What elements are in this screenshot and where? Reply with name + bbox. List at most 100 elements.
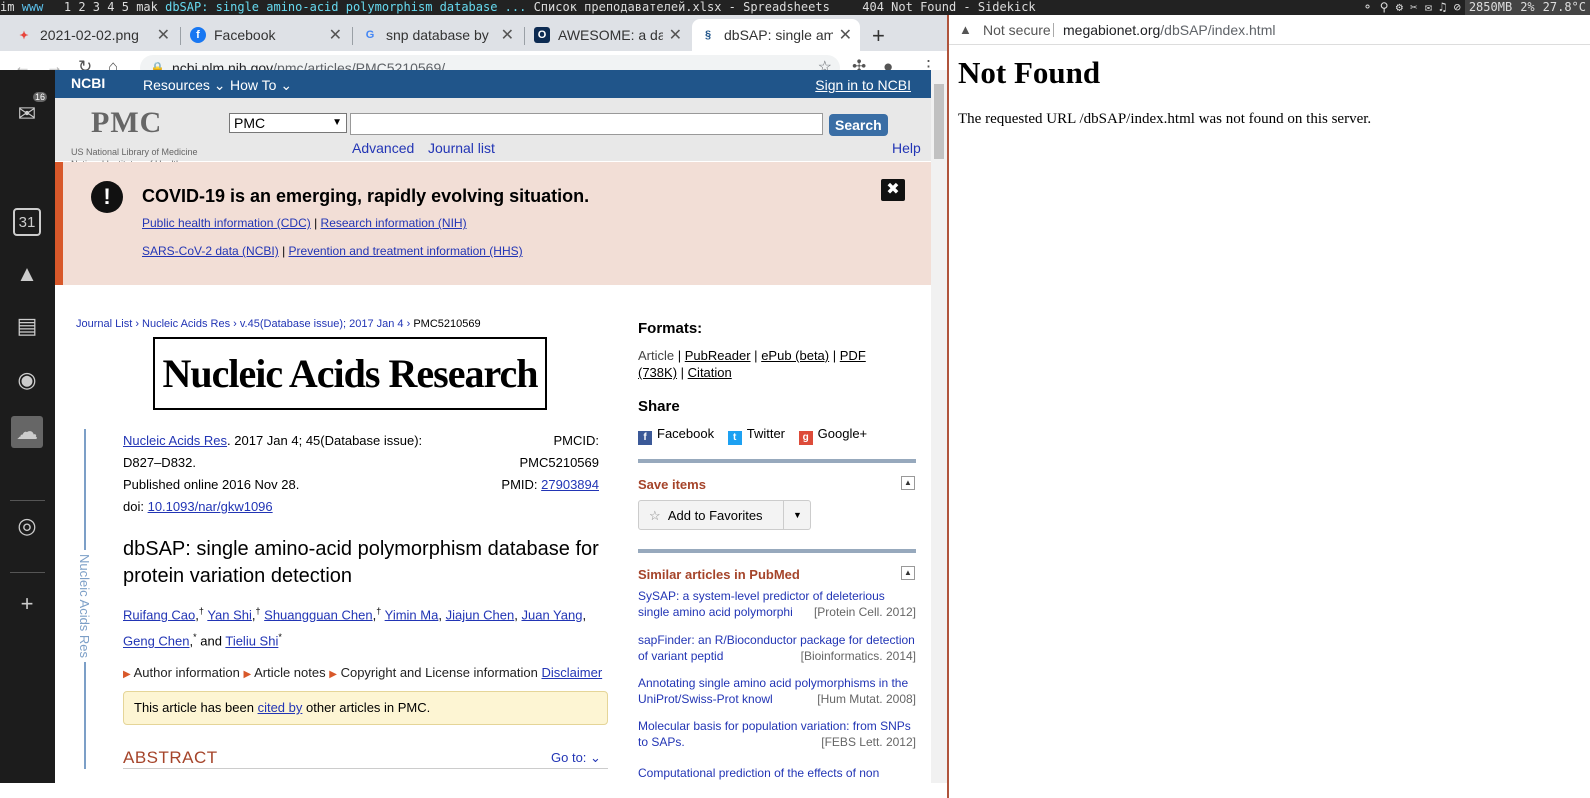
author-link[interactable]: Geng Chen xyxy=(123,634,190,649)
format-links: Article | PubReader | ePub (beta) | PDF … xyxy=(638,348,866,380)
docs-app-icon[interactable]: ▤ xyxy=(11,310,43,342)
tab-dbsap[interactable]: § dbSAP: single am ✕ xyxy=(692,19,860,51)
doi-link[interactable]: 10.1093/nar/gkw1096 xyxy=(148,499,273,514)
scrollbar[interactable] xyxy=(931,70,947,783)
similar-article-link[interactable]: Molecular basis for population variation… xyxy=(638,718,916,750)
not-found-heading: Not Found xyxy=(958,55,1101,90)
scrollbar-thumb[interactable] xyxy=(934,84,944,159)
share-google[interactable]: g Google+ xyxy=(798,426,867,445)
workspace-3[interactable]: 3 xyxy=(93,0,100,14)
not-secure-label: Not secure xyxy=(983,22,1051,38)
share-facebook[interactable]: f Facebook xyxy=(638,426,714,445)
article-notes-toggle[interactable]: Article notes xyxy=(254,665,326,680)
close-banner-button[interactable]: ✖ xyxy=(881,179,905,201)
breadcrumb-journal[interactable]: Nucleic Acids Res xyxy=(142,318,230,330)
workspace-mak[interactable]: mak xyxy=(136,0,158,14)
ncbi-logo[interactable]: NCBI xyxy=(71,75,105,91)
search-input[interactable] xyxy=(350,113,823,135)
mail-app-icon[interactable]: ✉ 16 xyxy=(11,92,47,130)
breadcrumb-issue[interactable]: v.45(Database issue); 2017 Jan 4 xyxy=(240,318,404,330)
chevron-down-icon[interactable]: ▼ xyxy=(783,501,811,529)
close-icon[interactable]: ✕ xyxy=(329,25,342,45)
howto-menu[interactable]: How To ⌄ xyxy=(230,77,292,94)
pubreader-link[interactable]: PubReader xyxy=(685,348,751,363)
author-link[interactable]: Jiajun Chen xyxy=(446,607,515,622)
nih-link[interactable]: Research information (NIH) xyxy=(321,216,467,230)
similar-article-link[interactable]: Annotating single amino acid polymorphis… xyxy=(638,675,916,707)
pmid-link[interactable]: 27903894 xyxy=(541,477,599,492)
workspace-5[interactable]: 5 xyxy=(122,0,129,14)
workspace-4[interactable]: 4 xyxy=(107,0,114,14)
warning-icon: ▲ xyxy=(959,22,972,37)
workspace-www[interactable]: www xyxy=(22,0,44,14)
drive-app-icon[interactable]: ▲ xyxy=(11,258,43,290)
advanced-search-link[interactable]: Advanced xyxy=(352,140,414,156)
similar-article-link[interactable]: Computational prediction of the effects … xyxy=(638,765,916,781)
close-icon[interactable]: ✕ xyxy=(839,25,852,45)
tab-drive-image[interactable]: ✦ 2021-02-02.png ✕ xyxy=(8,19,178,51)
article-title: dbSAP: single amino-acid polymorphism da… xyxy=(123,538,599,587)
disclaimer-link[interactable]: Disclaimer xyxy=(541,665,602,680)
temperature-meter: 27.8°C xyxy=(1538,0,1590,15)
similar-article-link[interactable]: SySAP: a system-level predictor of delet… xyxy=(638,588,916,620)
similar-article-link[interactable]: sapFinder: an R/Bioconductor package for… xyxy=(638,632,916,664)
cdc-link[interactable]: Public health information (CDC) xyxy=(142,216,311,230)
url-path: /dbSAP/index.html xyxy=(1160,22,1276,38)
close-icon[interactable]: ✕ xyxy=(669,25,682,45)
close-icon[interactable]: ✕ xyxy=(501,25,514,45)
ncbi-sars-link[interactable]: SARS-CoV-2 data (NCBI) xyxy=(142,244,279,258)
author-link[interactable]: Juan Yang xyxy=(521,607,582,622)
hhs-link[interactable]: Prevention and treatment information (HH… xyxy=(289,244,523,258)
author-information-toggle[interactable]: Author information xyxy=(134,665,240,680)
settings-dial-icon[interactable]: ◎ xyxy=(11,510,43,542)
author-link[interactable]: Yan Shi xyxy=(207,607,252,622)
tab-awesome[interactable]: O AWESOME: a dat ✕ xyxy=(526,19,690,51)
workspace-2[interactable]: 2 xyxy=(78,0,85,14)
copyright-toggle[interactable]: Copyright and License information xyxy=(341,665,538,680)
search-button[interactable]: Search xyxy=(829,114,888,136)
resources-menu[interactable]: Resources ⌄ xyxy=(143,77,226,94)
goto-menu[interactable]: Go to: ⌄ xyxy=(551,750,601,766)
author-link[interactable]: Tieliu Shi xyxy=(225,634,278,649)
format-article: Article xyxy=(638,348,675,363)
sidekick-address-bar[interactable]: ▲ Not secure megabionet.org/dbSAP/index.… xyxy=(949,15,1590,45)
google-plus-icon: g xyxy=(798,431,813,445)
signin-link[interactable]: Sign in to NCBI xyxy=(815,77,911,93)
journal-list-link[interactable]: Journal list xyxy=(428,140,495,156)
cited-by-link[interactable]: cited by xyxy=(258,700,303,715)
close-icon[interactable]: ✕ xyxy=(157,25,170,45)
citation-link[interactable]: Citation xyxy=(688,365,732,380)
memory-meter: 2850MB xyxy=(1464,0,1517,15)
author-link[interactable]: Yimin Ma xyxy=(385,607,439,622)
breadcrumb-journal-list[interactable]: Journal List xyxy=(76,318,132,330)
window-title-sidekick[interactable]: 404 Not Found - Sidekick xyxy=(862,0,1035,14)
citation-block: Nucleic Acids Res. 2017 Jan 4; 45(Databa… xyxy=(123,433,423,514)
add-to-favorites-button[interactable]: ☆ Add to Favorites ▼ xyxy=(638,500,811,530)
messenger-app-icon[interactable]: ◉ xyxy=(11,364,43,396)
workspace-1[interactable]: 1 xyxy=(64,0,71,14)
epub-link[interactable]: ePub (beta) xyxy=(761,348,829,363)
pdf-size-link[interactable]: (738K) xyxy=(638,365,677,380)
share-twitter[interactable]: t Twitter xyxy=(727,426,785,445)
database-select[interactable]: PMC ▼ xyxy=(229,113,347,133)
journal-banner[interactable]: Nucleic Acids Research xyxy=(153,337,547,410)
active-window-title[interactable]: dbSAP: single amino-acid polymorphism da… xyxy=(165,0,526,14)
similar-articles-heading: Similar articles in PubMed xyxy=(638,567,800,582)
tab-google-search[interactable]: G snp database by ✕ xyxy=(354,19,522,51)
tab-facebook[interactable]: f Facebook ✕ xyxy=(182,19,350,51)
new-tab-button[interactable]: + xyxy=(872,23,885,49)
ncbi-header: NCBI Resources ⌄ How To ⌄ Sign in to NCB… xyxy=(55,70,931,98)
pdf-link[interactable]: PDF xyxy=(840,348,866,363)
help-link[interactable]: Help xyxy=(892,140,921,156)
window-title-spreadsheet[interactable]: Список преподавателей.xlsx - Spreadsheet… xyxy=(534,0,830,14)
calendar-app-icon[interactable]: 31 xyxy=(13,208,41,236)
collapse-icon[interactable]: ▲ xyxy=(901,476,915,490)
journal-link[interactable]: Nucleic Acids Res xyxy=(123,433,227,448)
author-link[interactable]: Ruifang Cao xyxy=(123,607,195,622)
collapse-icon[interactable]: ▲ xyxy=(901,566,915,580)
soundcloud-app-icon[interactable]: ☁ xyxy=(11,416,43,448)
pmc-logo[interactable]: PMC xyxy=(91,106,162,140)
tab-title: AWESOME: a dat xyxy=(558,27,663,43)
author-link[interactable]: Shuangguan Chen xyxy=(264,607,372,622)
add-app-icon[interactable]: + xyxy=(11,588,43,620)
